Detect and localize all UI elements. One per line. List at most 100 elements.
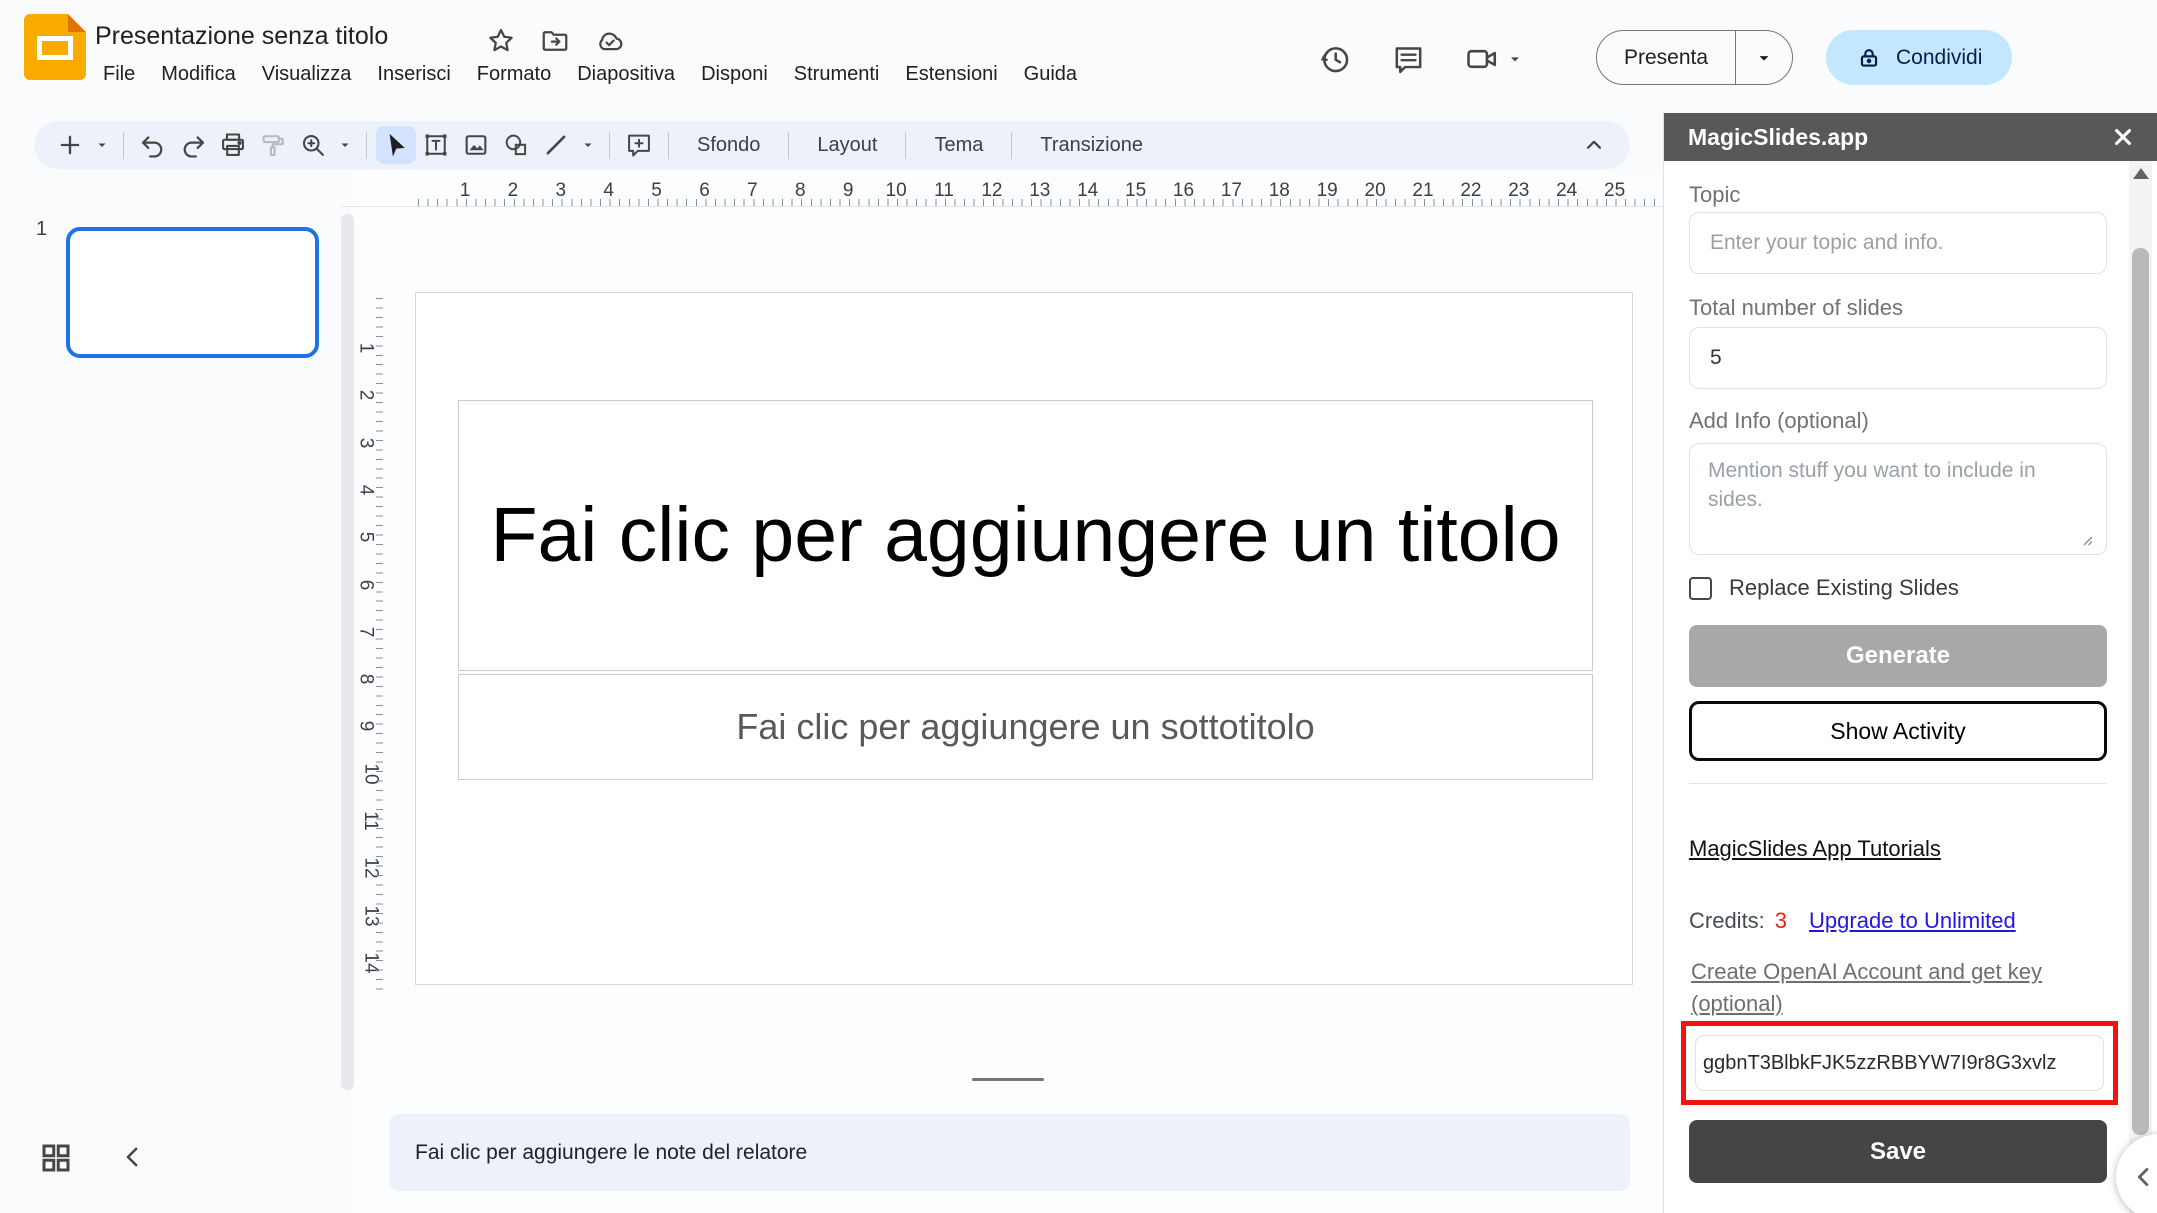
menu-formato[interactable]: Formato: [464, 57, 564, 92]
menu-modifica[interactable]: Modifica: [148, 57, 248, 92]
slide-canvas[interactable]: Fai clic per aggiungere un titolo Fai cl…: [415, 292, 1633, 985]
menu-disponi[interactable]: Disponi: [688, 57, 781, 92]
toolbar-separator: [668, 132, 669, 159]
insert-line-icon[interactable]: [536, 126, 576, 164]
h-ruler-number: 10: [886, 180, 907, 202]
insert-comment-icon[interactable]: [619, 126, 659, 164]
logo-page-shape: [37, 36, 73, 60]
h-ruler-number: 5: [651, 180, 662, 202]
h-ruler-number: 6: [699, 180, 710, 202]
menu-guida[interactable]: Guida: [1011, 57, 1090, 92]
h-ruler-number: 3: [556, 180, 567, 202]
document-title[interactable]: Presentazione senza titolo: [95, 22, 388, 51]
thumbnail-panel-scrollbar[interactable]: [341, 214, 354, 1090]
present-options-caret-icon[interactable]: [1736, 49, 1792, 67]
undo-icon[interactable]: [133, 126, 173, 164]
select-cursor-icon[interactable]: [376, 126, 416, 164]
vertical-ruler: 1234567891011121314: [356, 290, 384, 990]
grid-view-icon[interactable]: [38, 1140, 74, 1176]
show-activity-button[interactable]: Show Activity: [1689, 701, 2107, 761]
v-ruler-number: 10: [360, 763, 382, 784]
share-button-label: Condividi: [1896, 46, 1982, 70]
cloud-saved-icon[interactable]: [594, 26, 626, 56]
add-info-textarea[interactable]: [1689, 443, 2107, 555]
subtitle-placeholder-box[interactable]: Fai clic per aggiungere un sottotitolo: [458, 674, 1593, 780]
h-ruler-number: 2: [508, 180, 519, 202]
api-key-input[interactable]: [1695, 1035, 2104, 1091]
panel-scrollbar-up-icon[interactable]: [2133, 168, 2149, 179]
comments-icon[interactable]: [1392, 43, 1425, 76]
slide-thumbnail-number: 1: [36, 218, 47, 241]
v-ruler-number: 5: [354, 532, 376, 543]
title-placeholder-box[interactable]: Fai clic per aggiungere un titolo: [458, 400, 1593, 671]
present-button[interactable]: Presenta: [1597, 46, 1735, 70]
version-history-icon[interactable]: [1318, 42, 1352, 76]
notes-resize-handle[interactable]: [972, 1078, 1044, 1081]
h-ruler-number: 15: [1125, 180, 1146, 202]
print-icon[interactable]: [213, 126, 253, 164]
speaker-notes[interactable]: Fai clic per aggiungere le note del rela…: [389, 1114, 1630, 1191]
menu-inserisci[interactable]: Inserisci: [364, 57, 463, 92]
menu-diapositiva[interactable]: Diapositiva: [564, 57, 688, 92]
title-placeholder-text: Fai clic per aggiungere un titolo: [459, 484, 1592, 586]
background-button[interactable]: Sfondo: [678, 127, 779, 164]
textarea-resize-icon[interactable]: [2078, 531, 2094, 547]
canvas-top-border: [341, 206, 1663, 207]
menu-visualizza[interactable]: Visualizza: [249, 57, 365, 92]
toolbar-separator: [1011, 132, 1012, 159]
close-icon[interactable]: [2112, 126, 2134, 148]
share-button[interactable]: Condividi: [1826, 30, 2012, 85]
h-ruler-number: 1: [460, 180, 471, 202]
menu-estensioni[interactable]: Estensioni: [892, 57, 1010, 92]
topic-label: Topic: [1689, 182, 1740, 208]
topic-input[interactable]: [1689, 212, 2107, 274]
panel-scrollbar-thumb[interactable]: [2132, 248, 2149, 1135]
theme-button[interactable]: Tema: [915, 127, 1002, 164]
meet-camera-caret-icon[interactable]: [1507, 51, 1523, 67]
layout-button[interactable]: Layout: [798, 127, 896, 164]
menu-file[interactable]: File: [90, 57, 148, 92]
zoom-icon[interactable]: [293, 126, 333, 164]
redo-icon[interactable]: [173, 126, 213, 164]
generate-button[interactable]: Generate: [1689, 625, 2107, 687]
star-icon[interactable]: [486, 26, 516, 56]
toolbar-separator: [788, 132, 789, 159]
collapse-toolbar-icon[interactable]: [1574, 126, 1614, 164]
meet-camera-icon[interactable]: [1465, 42, 1499, 76]
replace-slides-checkbox[interactable]: [1689, 577, 1712, 600]
new-slide-caret-icon[interactable]: [90, 126, 114, 164]
v-ruler-number: 7: [354, 627, 376, 638]
new-slide-icon[interactable]: [50, 126, 90, 164]
textbox-icon[interactable]: [416, 126, 456, 164]
transition-button[interactable]: Transizione: [1021, 127, 1162, 164]
h-ruler-number: 22: [1460, 180, 1481, 202]
h-ruler-number: 11: [934, 180, 954, 202]
panel-divider: [1689, 783, 2107, 784]
v-ruler-number: 12: [360, 858, 382, 879]
paint-format-icon[interactable]: [253, 126, 293, 164]
h-ruler-number: 14: [1077, 180, 1098, 202]
openai-key-link[interactable]: Create OpenAI Account and get key (optio…: [1691, 956, 2121, 1020]
insert-image-icon[interactable]: [456, 126, 496, 164]
collapse-filmstrip-icon[interactable]: [118, 1142, 148, 1172]
replace-slides-label: Replace Existing Slides: [1729, 575, 1959, 601]
insert-shape-icon[interactable]: [496, 126, 536, 164]
menu-strumenti[interactable]: Strumenti: [781, 57, 893, 92]
present-button-group: Presenta: [1596, 30, 1793, 85]
zoom-caret-icon[interactable]: [333, 126, 357, 164]
h-ruler-number: 4: [603, 180, 614, 202]
h-ruler-number: 13: [1029, 180, 1050, 202]
save-button[interactable]: Save: [1689, 1120, 2107, 1183]
slide-thumbnail-1[interactable]: [66, 227, 319, 358]
h-ruler-number: 8: [795, 180, 806, 202]
slides-logo[interactable]: [24, 14, 86, 80]
insert-line-caret-icon[interactable]: [576, 126, 600, 164]
h-ruler-number: 12: [981, 180, 1002, 202]
h-ruler-number: 17: [1221, 180, 1242, 202]
toolbar-separator: [905, 132, 906, 159]
upgrade-link[interactable]: Upgrade to Unlimited: [1809, 908, 2016, 934]
move-to-folder-icon[interactable]: [540, 26, 570, 56]
tutorials-link[interactable]: MagicSlides App Tutorials: [1689, 836, 1941, 862]
v-ruler-number: 11: [359, 811, 381, 831]
slides-count-input[interactable]: [1689, 327, 2107, 389]
